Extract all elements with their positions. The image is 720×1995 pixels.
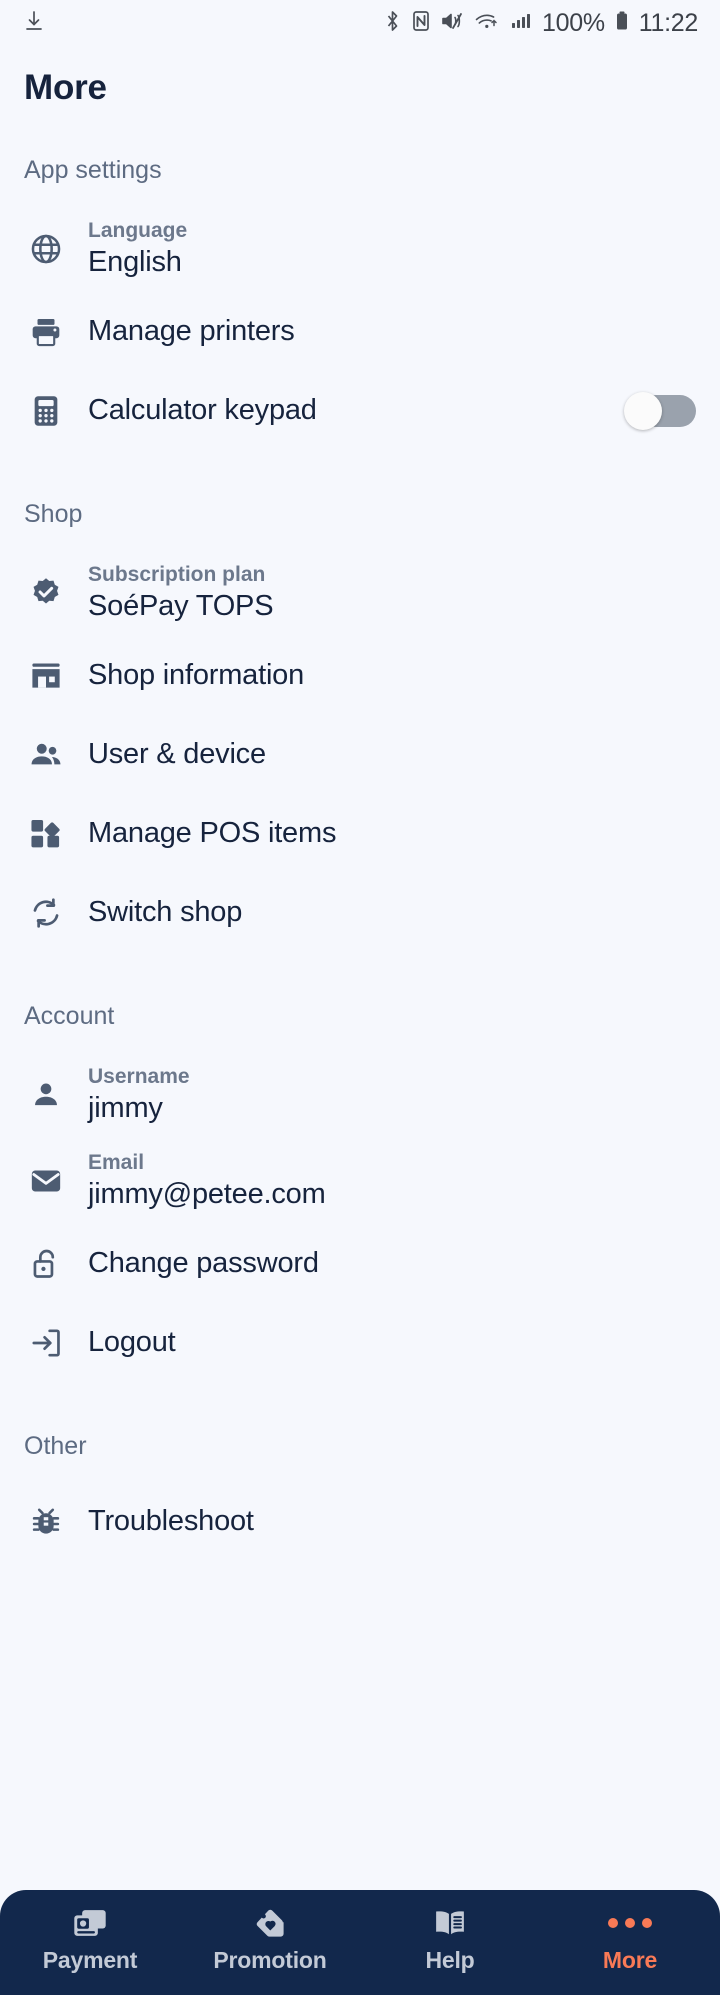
battery-percent-label: 100% <box>542 8 605 37</box>
row-username-text: Username jimmy <box>88 1065 190 1126</box>
calculator-icon <box>24 394 68 428</box>
status-bar: 100% 11:22 <box>0 0 720 46</box>
section-shop: Shop Subscription plan SoéPay TOPS Shop … <box>0 500 720 940</box>
row-email-text: Email jimmy@petee.com <box>88 1151 326 1212</box>
payment-cards-icon <box>73 1906 107 1940</box>
unlock-icon <box>24 1247 68 1281</box>
bottom-navigation-bar: Payment Promotion Help More <box>0 1890 720 1995</box>
section-header-account: Account <box>24 1001 115 1030</box>
globe-icon <box>24 232 68 266</box>
nfc-icon <box>411 9 431 38</box>
row-calculator-keypad[interactable]: Calculator keypad <box>0 384 720 438</box>
more-dots-group <box>608 1918 652 1928</box>
row-subscription-plan-value: SoéPay TOPS <box>88 590 274 623</box>
row-calculator-keypad-label: Calculator keypad <box>88 394 317 427</box>
people-icon <box>24 738 68 772</box>
dot-2 <box>625 1918 635 1928</box>
promotion-tag-icon <box>254 1906 286 1940</box>
row-language-sublabel: Language <box>88 219 188 242</box>
nav-item-help[interactable]: Help <box>360 1906 540 1974</box>
dot-1 <box>608 1918 618 1928</box>
cellular-signal-icon <box>509 9 533 38</box>
status-bar-left <box>22 9 46 38</box>
page-title: More <box>24 68 107 107</box>
nav-item-payment[interactable]: Payment <box>0 1906 180 1974</box>
row-switch-shop[interactable]: Switch shop <box>0 886 720 940</box>
row-language-value: English <box>88 246 182 279</box>
row-manage-printers-label: Manage printers <box>88 315 295 348</box>
dot-3 <box>642 1918 652 1928</box>
nav-item-payment-label: Payment <box>42 1947 138 1973</box>
bluetooth-icon <box>383 9 402 38</box>
logout-icon <box>24 1326 68 1360</box>
nav-item-help-label: Help <box>425 1947 475 1973</box>
row-logout-label: Logout <box>88 1326 176 1359</box>
settings-list: App settings Language English Manage pri… <box>0 108 720 1995</box>
row-change-password-label: Change password <box>88 1247 319 1280</box>
bug-icon <box>24 1505 68 1539</box>
section-other: Other Troubleshoot <box>0 1432 720 1549</box>
row-language[interactable]: Language English <box>0 219 720 280</box>
battery-full-icon <box>614 9 630 38</box>
row-user-device-label: User & device <box>88 738 266 771</box>
row-email[interactable]: Email jimmy@petee.com <box>0 1151 720 1212</box>
row-switch-shop-label: Switch shop <box>88 896 243 929</box>
verified-badge-icon <box>24 576 68 610</box>
row-logout[interactable]: Logout <box>0 1316 720 1370</box>
row-troubleshoot[interactable]: Troubleshoot <box>0 1495 720 1549</box>
row-username-value: jimmy <box>88 1092 163 1125</box>
printer-icon <box>24 315 68 349</box>
grid-items-icon <box>24 818 68 850</box>
row-manage-pos-items[interactable]: Manage POS items <box>0 807 720 861</box>
nav-item-promotion-label: Promotion <box>213 1947 327 1973</box>
row-email-value: jimmy@petee.com <box>88 1177 326 1210</box>
section-header-other: Other <box>24 1431 87 1460</box>
help-book-icon <box>434 1906 466 1940</box>
row-subscription-plan[interactable]: Subscription plan SoéPay TOPS <box>0 563 720 624</box>
row-troubleshoot-label: Troubleshoot <box>88 1505 254 1538</box>
nav-item-more-label: More <box>602 1947 658 1973</box>
row-change-password[interactable]: Change password <box>0 1237 720 1291</box>
row-manage-pos-items-label: Manage POS items <box>88 817 337 850</box>
row-manage-printers[interactable]: Manage printers <box>0 305 720 359</box>
status-bar-right: 100% 11:22 <box>383 9 698 38</box>
section-app-settings: App settings Language English Manage pri… <box>0 156 720 438</box>
section-header-app-settings: App settings <box>24 156 162 184</box>
nav-item-promotion[interactable]: Promotion <box>180 1906 360 1974</box>
row-username-sublabel: Username <box>88 1064 190 1088</box>
row-email-sublabel: Email <box>88 1150 145 1174</box>
volume-mute-icon <box>440 9 464 38</box>
row-shop-information[interactable]: Shop information <box>0 649 720 703</box>
switch-shop-icon <box>24 896 68 930</box>
person-icon <box>24 1079 68 1111</box>
storefront-icon <box>24 659 68 693</box>
row-subscription-plan-text: Subscription plan SoéPay TOPS <box>88 562 274 624</box>
more-screen: 100% 11:22 More App settings Language En… <box>0 0 720 1995</box>
section-header-shop: Shop <box>24 499 83 528</box>
toggle-knob <box>624 391 662 430</box>
row-subscription-plan-sublabel: Subscription plan <box>88 562 266 586</box>
wifi-icon <box>473 9 500 38</box>
section-account: Account Username jimmy Email jimmy@petee… <box>0 1002 720 1370</box>
more-dots-icon <box>608 1906 652 1940</box>
status-bar-clock: 11:22 <box>638 8 699 37</box>
row-username[interactable]: Username jimmy <box>0 1065 720 1126</box>
nav-item-more[interactable]: More <box>540 1906 720 1974</box>
download-icon <box>22 9 46 38</box>
row-shop-information-label: Shop information <box>88 659 305 692</box>
row-user-device[interactable]: User & device <box>0 728 720 782</box>
envelope-icon <box>24 1164 68 1198</box>
calculator-keypad-toggle[interactable] <box>624 391 696 430</box>
row-language-text: Language English <box>88 219 187 280</box>
